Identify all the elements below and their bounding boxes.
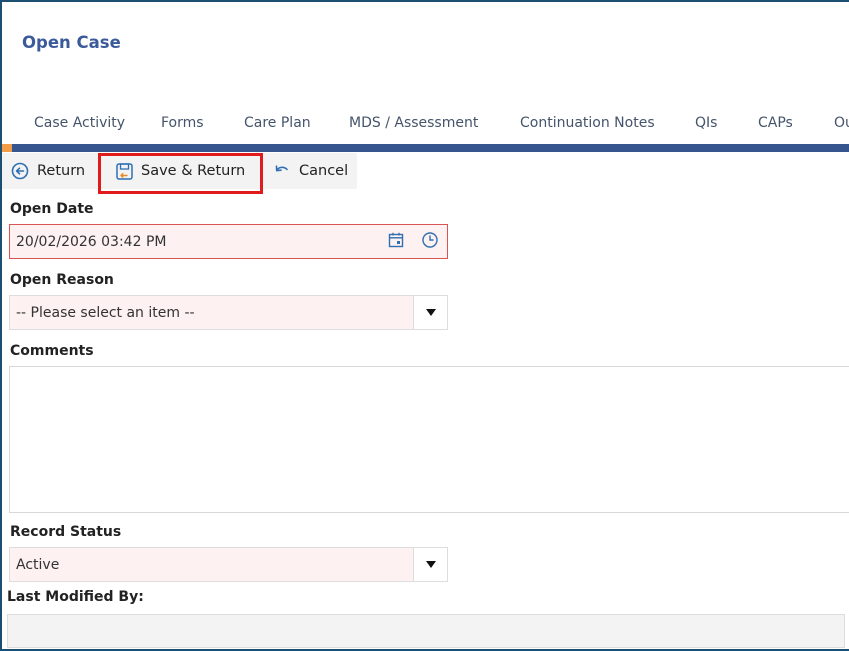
tab-overflow[interactable]: Ou xyxy=(834,115,849,131)
tab-mds-assessment[interactable]: MDS / Assessment xyxy=(349,115,478,131)
last-modified-field xyxy=(7,614,845,648)
tab-qis[interactable]: QIs xyxy=(695,115,717,131)
record-status-dropdown-button[interactable] xyxy=(413,548,447,581)
tab-underline xyxy=(2,144,849,152)
open-date-field[interactable]: 20/02/2026 03:42 PM xyxy=(9,224,448,259)
comments-label: Comments xyxy=(10,343,94,359)
open-reason-dropdown-button[interactable] xyxy=(413,296,447,329)
record-status-label: Record Status xyxy=(10,524,122,540)
cancel-label: Cancel xyxy=(299,163,349,179)
open-reason-label: Open Reason xyxy=(10,272,114,288)
save-return-highlight xyxy=(98,153,263,194)
tab-forms[interactable]: Forms xyxy=(161,115,204,131)
tab-continuation-notes[interactable]: Continuation Notes xyxy=(520,115,655,131)
return-icon xyxy=(10,161,30,181)
record-status-value: Active xyxy=(16,556,60,573)
calendar-button[interactable] xyxy=(379,225,413,258)
tab-care-plan[interactable]: Care Plan xyxy=(244,115,311,131)
open-reason-value: -- Please select an item -- xyxy=(16,304,195,321)
tab-active-marker xyxy=(2,144,12,152)
cancel-icon xyxy=(272,161,292,181)
dropdown-arrow-icon xyxy=(425,557,436,573)
tab-caps[interactable]: CAPs xyxy=(758,115,793,131)
open-reason-select[interactable]: -- Please select an item -- xyxy=(9,295,448,330)
time-button[interactable] xyxy=(413,225,447,258)
open-date-label: Open Date xyxy=(10,201,94,217)
dropdown-arrow-icon xyxy=(425,305,436,321)
tab-bar: Case Activity Forms Care Plan MDS / Asse… xyxy=(2,110,849,146)
return-label: Return xyxy=(37,163,86,179)
last-modified-label: Last Modified By: xyxy=(7,589,144,605)
calendar-icon xyxy=(387,231,405,253)
record-status-select[interactable]: Active xyxy=(9,547,448,582)
clock-icon xyxy=(421,231,439,253)
tab-case-activity[interactable]: Case Activity xyxy=(34,115,125,131)
comments-textarea[interactable] xyxy=(9,366,849,513)
cancel-button[interactable]: Cancel xyxy=(272,153,348,189)
window-frame: Open Case Case Activity Forms Care Plan … xyxy=(0,0,849,651)
return-button[interactable]: Return xyxy=(10,153,85,189)
page-title: Open Case xyxy=(22,33,121,52)
open-date-value: 20/02/2026 03:42 PM xyxy=(16,233,167,250)
